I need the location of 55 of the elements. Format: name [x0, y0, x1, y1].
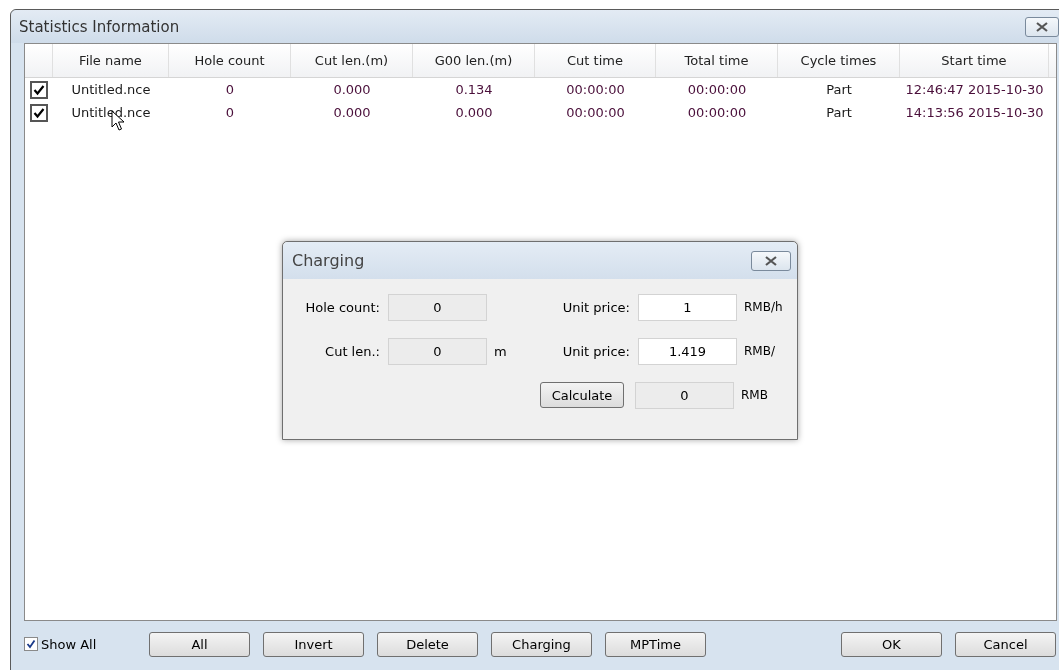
table-cell: 14:13:56 2015-10-30	[905, 105, 1044, 120]
value-field: 0	[388, 293, 487, 321]
field-label: Hole count:	[304, 299, 380, 315]
window-title: Statistics Information	[18, 17, 180, 36]
column-header[interactable]: Total time	[656, 44, 778, 77]
value-field: 0	[388, 337, 487, 365]
close-button[interactable]	[1025, 16, 1059, 37]
dialog-button[interactable]: OK	[841, 631, 942, 657]
table-cell: 0.000	[333, 82, 371, 97]
table-cell: 0.134	[455, 82, 493, 97]
footer-button[interactable]: Invert	[263, 631, 364, 657]
table-cell: 00:00:00	[687, 82, 747, 97]
column-header[interactable]: Hole count	[169, 44, 291, 77]
footer-button[interactable]: All	[149, 631, 250, 657]
column-header[interactable]: Cut time	[535, 44, 656, 77]
close-icon	[764, 255, 778, 266]
dialog-title: Charging	[292, 251, 365, 270]
input-field[interactable]: 1.419	[638, 337, 737, 365]
field-label: Cut len.:	[324, 343, 380, 359]
row-checkbox[interactable]	[30, 103, 48, 122]
footer-button[interactable]: Delete	[377, 631, 478, 657]
total-field: 0	[635, 381, 734, 409]
table-cell: 0	[225, 82, 235, 97]
table-cell: Part	[826, 105, 852, 120]
column-header[interactable]: Cycle times	[778, 44, 900, 77]
column-header[interactable]: File name	[53, 44, 169, 77]
column-header[interactable]: G00 len.(m)	[413, 44, 535, 77]
footer-button[interactable]: Charging	[491, 631, 592, 657]
calculate-button[interactable]: Calculate	[540, 382, 624, 408]
table-cell: 00:00:00	[566, 82, 625, 97]
table-cell: Part	[826, 82, 852, 97]
table-cell: Untitled.nce	[71, 82, 151, 97]
table-cell: 12:46:47 2015-10-30	[905, 82, 1044, 97]
unit-label: RMB	[741, 388, 768, 402]
input-field[interactable]: 1	[638, 293, 737, 321]
close-icon	[1035, 21, 1049, 32]
dialog-button[interactable]: Cancel	[955, 631, 1056, 657]
row-checkbox[interactable]	[30, 80, 48, 99]
column-header[interactable]: Start time	[900, 44, 1049, 77]
column-header[interactable]: Cut len.(m)	[291, 44, 413, 77]
table-cell: 00:00:00	[566, 105, 625, 120]
table-cell: 0.000	[455, 105, 493, 120]
unit-label: m	[494, 343, 507, 359]
table-cell: Untitled.nce	[71, 105, 151, 120]
close-button[interactable]	[751, 250, 791, 271]
table-cell: 0.000	[333, 105, 371, 120]
show-all-checkbox[interactable]	[24, 637, 38, 651]
field-label: Unit price:	[561, 299, 630, 315]
table-cell: 00:00:00	[687, 105, 747, 120]
unit-label: RMB/h	[744, 300, 783, 314]
table-cell: 0	[225, 105, 235, 120]
field-label: Unit price:	[561, 343, 630, 359]
checkbox-label: Show All	[41, 636, 97, 652]
unit-label: RMB/	[744, 344, 775, 358]
footer-button[interactable]: MPTime	[605, 631, 706, 657]
